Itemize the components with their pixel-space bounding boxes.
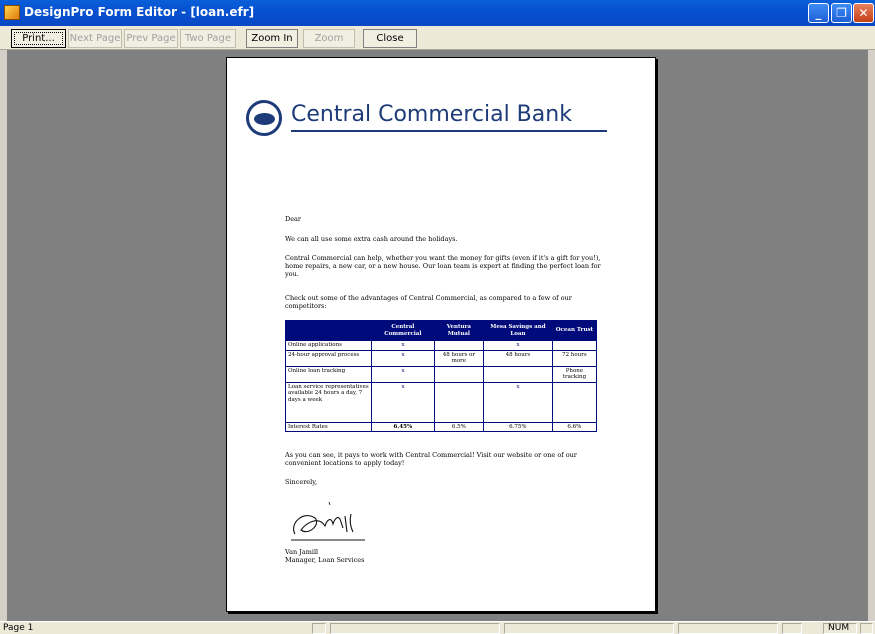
close-window-button[interactable]: ✕	[853, 3, 874, 23]
table-header: Central Commercial	[371, 320, 435, 341]
minimize-button[interactable]: _	[808, 3, 829, 23]
comparison-table: Central Commercial Ventura Mutual Mesa S…	[285, 320, 598, 432]
table-cell: x	[371, 340, 435, 351]
status-panel	[782, 623, 802, 634]
close-button[interactable]: Close	[363, 29, 417, 48]
greeting: Dear	[285, 215, 302, 223]
signer-name: Van Jamill	[285, 548, 319, 556]
table-cell: Phone tracking	[551, 365, 598, 383]
restore-button[interactable]: ❐	[831, 3, 852, 23]
status-bar: Page 1 NUM	[0, 621, 875, 634]
num-lock-indicator: NUM	[823, 623, 857, 634]
table-cell: x	[371, 349, 435, 367]
table-cell: 72 hours	[551, 349, 598, 367]
next-page-button[interactable]: Next Page	[68, 29, 122, 48]
signer-title: Manager, Loan Services	[285, 556, 365, 564]
paragraph-3: Check out some of the advantages of Cent…	[285, 294, 572, 310]
table-cell: 6.5%	[433, 421, 485, 432]
zoom-out-button[interactable]: Zoom Out	[303, 29, 355, 61]
table-cell	[433, 365, 485, 383]
table-row: 24-hour approval process x 48 hours or m…	[285, 349, 598, 367]
table-header: Ocean Trust	[551, 320, 598, 341]
table-header: Mesa Savings and Loan	[483, 320, 553, 341]
title-bar[interactable]: DesignPro Form Editor - [loan.efr] _ ❐ ✕	[0, 0, 875, 26]
table-cell	[551, 381, 598, 423]
table-cell: 6.45%	[371, 421, 435, 432]
paragraph-2: Central Commercial can help, whether you…	[285, 254, 601, 278]
status-panel	[504, 623, 674, 634]
signature-image	[291, 501, 365, 541]
closing: Sincerely,	[285, 478, 318, 486]
preview-area[interactable]: Central Commercial Bank Dear We can all …	[7, 50, 868, 621]
paragraph-1: We can all use some extra cash around th…	[285, 235, 458, 243]
table-cell: Online applications	[285, 340, 372, 351]
table-cell	[433, 381, 485, 423]
table-cell: 48 hours or more	[433, 349, 485, 367]
page-indicator: Page 1	[3, 623, 34, 633]
table-cell	[483, 365, 553, 383]
toolbar: Print... Next Page Prev Page Two Page Zo…	[0, 26, 875, 61]
status-panel	[312, 623, 326, 634]
zoom-in-button[interactable]: Zoom In	[246, 29, 298, 48]
window-title: DesignPro Form Editor - [loan.efr]	[24, 5, 255, 19]
table-cell: Interest Rates	[285, 421, 372, 432]
table-cell: 6.75%	[483, 421, 553, 432]
table-cell: x	[483, 340, 553, 351]
bank-name: Central Commercial Bank	[291, 102, 572, 127]
table-cell: x	[371, 365, 435, 383]
table-cell	[433, 340, 485, 351]
table-header	[285, 320, 372, 341]
app-icon	[4, 5, 20, 20]
table-cell: 24-hour approval process	[285, 349, 372, 367]
table-cell: 48 hours	[483, 349, 553, 367]
table-cell: 6.6%	[551, 421, 598, 432]
print-button[interactable]: Print...	[11, 29, 66, 48]
table-row: Online loan tracking x Phone tracking	[285, 365, 598, 383]
bank-logo-icon	[246, 100, 282, 136]
table-cell: x	[371, 381, 435, 423]
table-header-row: Central Commercial Ventura Mutual Mesa S…	[285, 320, 598, 341]
table-cell: Loan service representatives available 2…	[285, 381, 372, 423]
table-cell	[551, 340, 598, 351]
table-row: Online applications x x	[285, 340, 598, 351]
table-cell: x	[483, 381, 553, 423]
table-row: Interest Rates 6.45% 6.5% 6.75% 6.6%	[285, 421, 598, 432]
table-header: Ventura Mutual	[433, 320, 485, 341]
logo-underline	[291, 130, 607, 132]
table-row: Loan service representatives available 2…	[285, 381, 598, 423]
table-cell: Online loan tracking	[285, 365, 372, 383]
paragraph-4: As you can see, it pays to work with Cen…	[285, 451, 577, 467]
status-panel	[330, 623, 500, 634]
two-page-button[interactable]: Two Page	[180, 29, 236, 48]
document-page: Central Commercial Bank Dear We can all …	[226, 57, 656, 612]
status-panel	[860, 623, 873, 634]
status-panel	[678, 623, 778, 634]
prev-page-button[interactable]: Prev Page	[124, 29, 178, 48]
